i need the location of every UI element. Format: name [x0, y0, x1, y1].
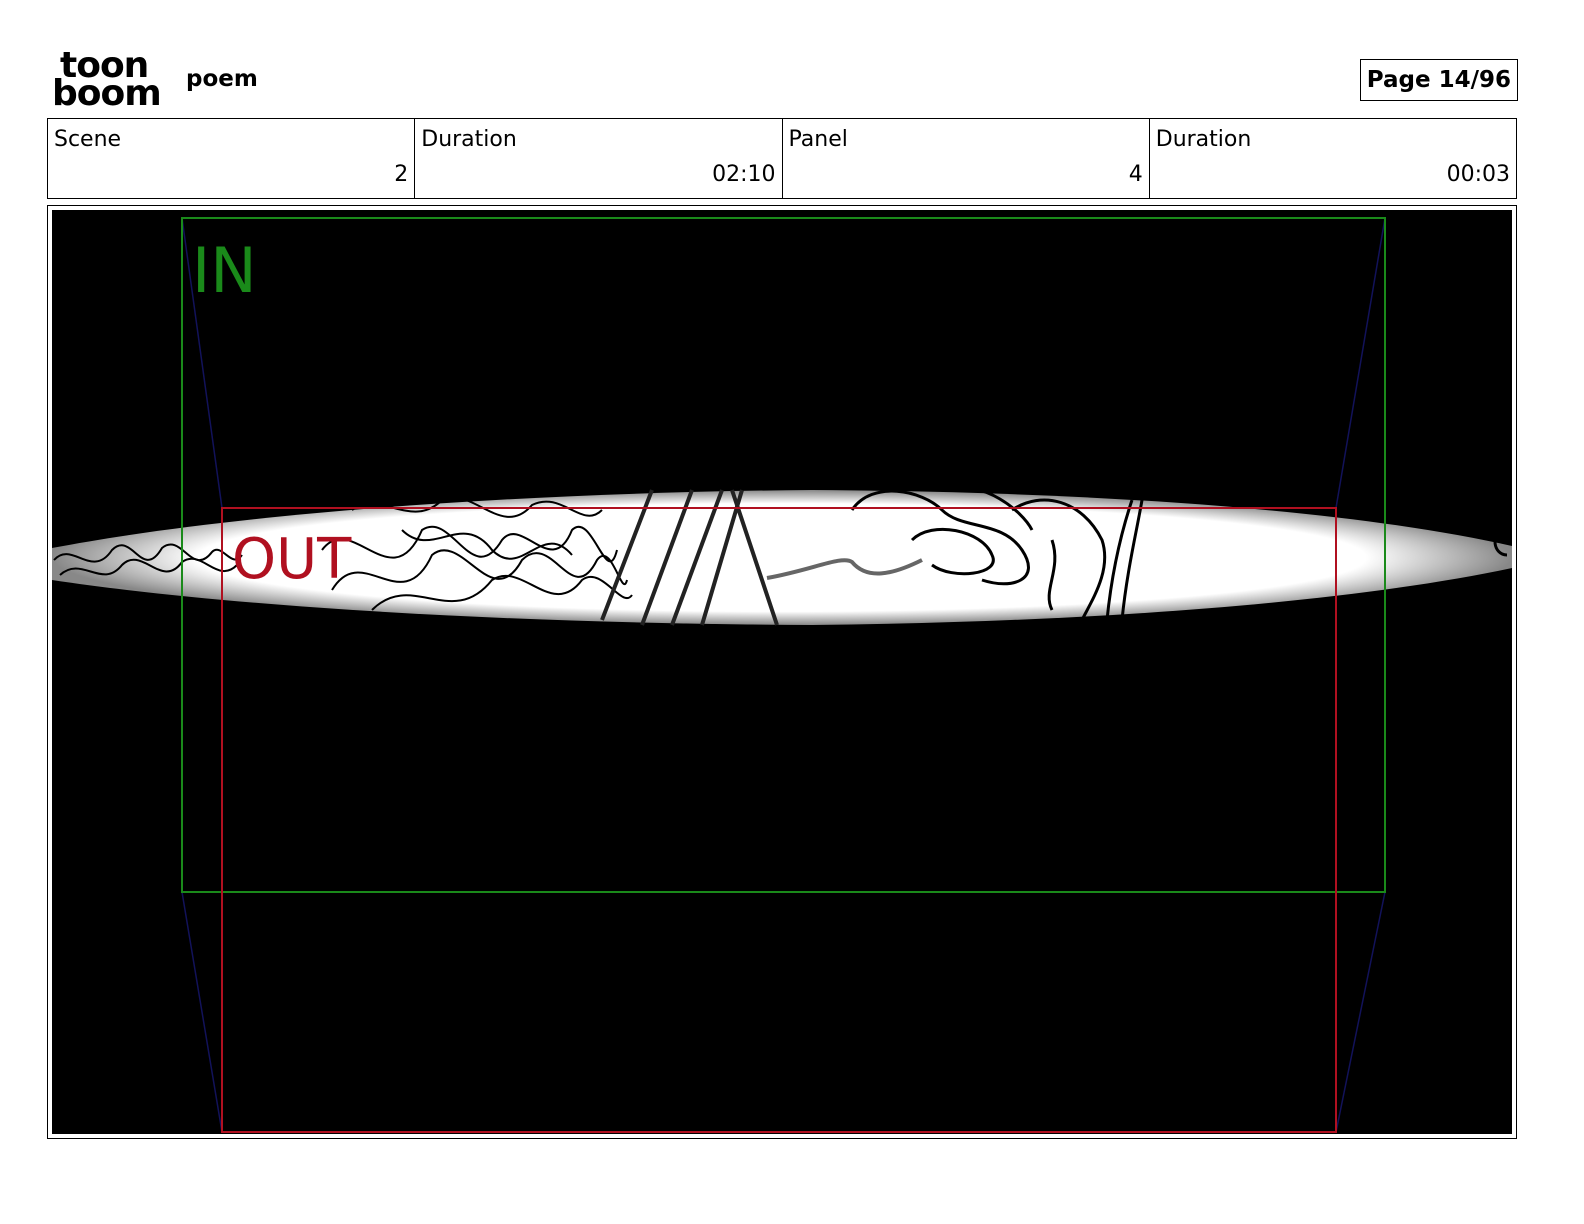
- panel-duration-cell: Duration 00:03: [1150, 119, 1516, 198]
- scene-value: 2: [394, 162, 409, 187]
- scene-duration-cell: Duration 02:10: [415, 119, 783, 198]
- panel-duration-label: Duration: [1155, 127, 1252, 152]
- panel-cell: Panel 4: [783, 119, 1150, 198]
- scene-cell: Scene 2: [48, 119, 416, 198]
- toon-boom-logo: toon boom: [52, 48, 164, 114]
- scene-label: Scene: [54, 127, 122, 152]
- panel-info-table: Scene 2 Duration 02:10 Panel 4 Duration …: [47, 118, 1517, 199]
- storyboard-panel-frame: IN OUT: [47, 205, 1517, 1139]
- logo-line-2: boom: [52, 73, 162, 114]
- panel-drawing: IN OUT: [52, 217, 1512, 1133]
- camera-move-lines: [181, 217, 1386, 1133]
- panel-duration-value: 00:03: [1446, 162, 1510, 187]
- panel-label: Panel: [788, 127, 848, 152]
- panel-value: 4: [1128, 162, 1143, 187]
- page-indicator: Page 14/96: [1359, 59, 1518, 101]
- scene-duration-label: Duration: [421, 127, 517, 152]
- project-title: poem: [186, 66, 258, 92]
- out-frame-label: OUT: [232, 527, 352, 592]
- scene-duration-value: 02:10: [712, 162, 776, 187]
- in-frame-label: IN: [192, 234, 257, 307]
- panel-image: IN OUT: [52, 210, 1512, 1134]
